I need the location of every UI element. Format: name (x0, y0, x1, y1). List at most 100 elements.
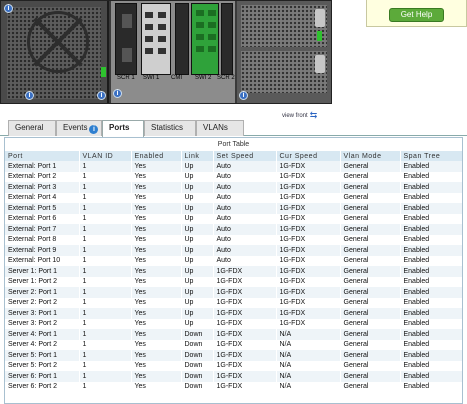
table-cell: 1 (79, 234, 132, 245)
column-header[interactable]: Cur Speed (276, 151, 341, 161)
table-row[interactable]: Server 1: Port 1 1 Yes Up 1G-FDX 1G-FDX Genera… (5, 266, 462, 277)
table-cell: External: Port 7 (5, 224, 80, 235)
table-cell: Server 4: Port 1 (5, 329, 80, 340)
table-cell: Server 6: Port 1 (5, 371, 80, 382)
table-cell: Enabled (400, 266, 462, 277)
table-cell: General (340, 255, 401, 266)
table-row[interactable]: External: Port 9 1 Yes Up Auto 1G-FDX General E… (5, 245, 462, 256)
power-supply-bay[interactable]: i (237, 1, 331, 103)
table-row[interactable]: Server 5: Port 2 1 Yes Down 1G-FDX N/A General… (5, 360, 462, 371)
table-row[interactable]: Server 3: Port 1 1 Yes Up 1G-FDX 1G-FDX Genera… (5, 308, 462, 319)
table-row[interactable]: External: Port 8 1 Yes Up Auto 1G-FDX General E… (5, 234, 462, 245)
port-icon (122, 48, 132, 62)
table-cell: Enabled (400, 371, 462, 382)
table-cell: 1 (79, 266, 132, 277)
table-cell: N/A (276, 371, 341, 382)
scr2-slot[interactable] (221, 3, 233, 75)
table-row[interactable]: Server 4: Port 1 1 Yes Down 1G-FDX N/A General… (5, 329, 462, 340)
table-cell: General (340, 203, 401, 214)
table-cell: Enabled (400, 329, 462, 340)
table-cell: General (340, 318, 401, 329)
table-row[interactable]: Server 6: Port 1 1 Yes Down 1G-FDX N/A General… (5, 371, 462, 382)
table-cell: 1 (79, 360, 132, 371)
table-cell: 1 (79, 276, 132, 287)
tab-statistics[interactable]: Statistics (144, 120, 196, 136)
table-header-row: Port VLAN ID Enabled Link Set Speed Cur … (5, 151, 462, 161)
table-row[interactable]: External: Port 6 1 Yes Up Auto 1G-FDX General E… (5, 213, 462, 224)
table-cell: General (340, 381, 401, 392)
info-icon[interactable]: i (113, 89, 122, 98)
cmi-slot[interactable] (175, 3, 189, 75)
tab-ports[interactable]: Ports (102, 120, 144, 137)
chassis-rear-view[interactable]: i i i SCR 1 SWI 1 CMI SWI 2 SCR 2 i i (0, 0, 332, 104)
table-row[interactable]: Server 6: Port 2 1 Yes Down 1G-FDX N/A General… (5, 381, 462, 392)
column-header[interactable]: Port (5, 151, 80, 161)
table-cell: 1G-FDX (276, 192, 341, 203)
port-icon (208, 46, 216, 52)
table-row[interactable]: External: Port 7 1 Yes Up Auto 1G-FDX General E… (5, 224, 462, 235)
port-icon (158, 12, 166, 18)
table-cell: Yes (131, 381, 182, 392)
column-header[interactable]: VLAN ID (79, 151, 132, 161)
table-row[interactable]: Server 1: Port 2 1 Yes Up 1G-FDX 1G-FDX Genera… (5, 276, 462, 287)
table-cell: Up (181, 192, 214, 203)
swi1-slot[interactable] (141, 3, 171, 75)
info-icon[interactable]: i (4, 4, 13, 13)
table-row[interactable]: External: Port 10 1 Yes Up Auto 1G-FDX General… (5, 255, 462, 266)
table-row[interactable]: External: Port 4 1 Yes Up Auto 1G-FDX General E… (5, 192, 462, 203)
table-row[interactable]: External: Port 2 1 Yes Up Auto 1G-FDX General E… (5, 171, 462, 182)
table-row[interactable]: Server 2: Port 1 1 Yes Up 1G-FDX 1G-FDX Genera… (5, 287, 462, 298)
column-header[interactable]: Enabled (131, 151, 182, 161)
table-row[interactable]: Server 5: Port 1 1 Yes Down 1G-FDX N/A General… (5, 350, 462, 361)
table-cell: Enabled (400, 182, 462, 193)
table-cell: 1 (79, 287, 132, 298)
table-cell: Enabled (400, 255, 462, 266)
tab-bar: General Events i Ports Statistics VLANs (0, 120, 467, 137)
tab-label: VLANs (203, 123, 228, 132)
table-cell: Yes (131, 266, 182, 277)
table-row[interactable]: Server 2: Port 2 1 Yes Up 1G-FDX 1G-FDX Genera… (5, 297, 462, 308)
fan-module[interactable]: i i i (1, 1, 109, 103)
table-cell: Yes (131, 318, 182, 329)
table-cell: Enabled (400, 203, 462, 214)
table-row[interactable]: Server 4: Port 2 1 Yes Down 1G-FDX N/A General… (5, 339, 462, 350)
scr1-slot[interactable] (115, 3, 137, 75)
table-cell: Up (181, 182, 214, 193)
table-cell: Server 3: Port 2 (5, 318, 80, 329)
table-cell: General (340, 182, 401, 193)
table-row[interactable]: External: Port 3 1 Yes Up Auto 1G-FDX General E… (5, 182, 462, 193)
table-cell: Enabled (400, 287, 462, 298)
port-table-panel: Port Table Port VLAN ID Enabled Link Set… (4, 137, 463, 404)
table-cell: 1G-FDX (276, 245, 341, 256)
tab-general[interactable]: General (8, 120, 56, 136)
table-cell: Down (181, 371, 214, 382)
table-cell: General (340, 161, 401, 172)
swi2-slot[interactable] (191, 3, 219, 75)
table-cell: N/A (276, 329, 341, 340)
tab-events[interactable]: Events i (56, 120, 102, 136)
table-row[interactable]: Server 3: Port 2 1 Yes Up 1G-FDX 1G-FDX Genera… (5, 318, 462, 329)
info-icon[interactable]: i (239, 91, 248, 100)
table-row[interactable]: External: Port 5 1 Yes Up Auto 1G-FDX General E… (5, 203, 462, 214)
info-icon[interactable]: i (25, 91, 34, 100)
table-cell: 1G-FDX (276, 171, 341, 182)
info-icon[interactable]: i (97, 91, 106, 100)
table-cell: General (340, 266, 401, 277)
column-header[interactable]: Span Tree (400, 151, 462, 161)
table-cell: Up (181, 203, 214, 214)
table-cell: Up (181, 171, 214, 182)
table-cell: Yes (131, 339, 182, 350)
get-help-button[interactable]: Get Help (389, 8, 444, 22)
table-cell: 1 (79, 329, 132, 340)
column-header[interactable]: Link (181, 151, 214, 161)
tab-vlans[interactable]: VLANs (196, 120, 244, 136)
table-cell: 1G-FDX (213, 318, 277, 329)
column-header[interactable]: Set Speed (213, 151, 277, 161)
table-cell: 1G-FDX (276, 287, 341, 298)
table-row[interactable]: External: Port 1 1 Yes Up Auto 1G-FDX General E… (5, 161, 462, 172)
table-cell: 1 (79, 203, 132, 214)
column-header[interactable]: Vlan Mode (340, 151, 401, 161)
table-cell: 1 (79, 213, 132, 224)
table-cell: General (340, 297, 401, 308)
table-cell: Up (181, 276, 214, 287)
